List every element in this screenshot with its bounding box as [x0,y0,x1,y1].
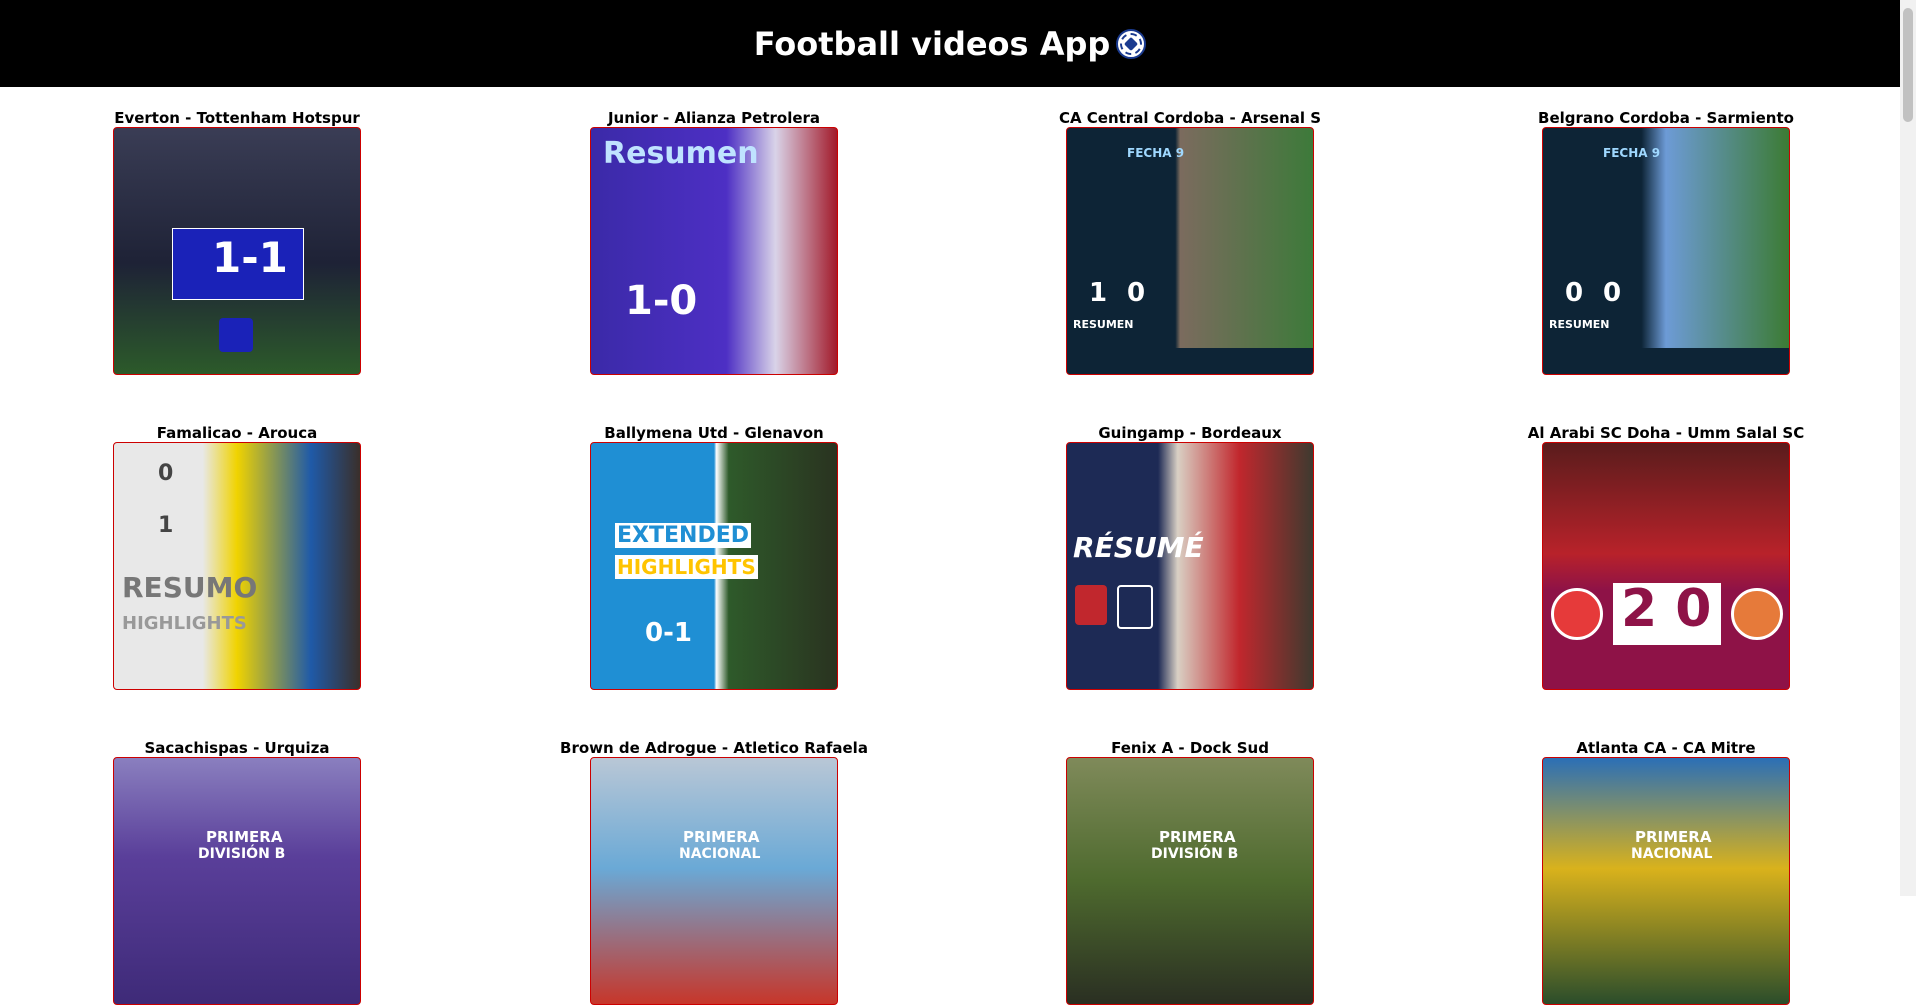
video-thumbnail[interactable]: PRIMERA NACIONAL [590,757,838,1005]
app-title: Football videos App [754,25,1147,63]
video-card[interactable]: Guingamp - Bordeaux RÉSUMÉ [1030,424,1350,690]
video-card[interactable]: Famalicao - Arouca 0 1 RESUMO HIGHLIGHTS [77,424,397,690]
video-card[interactable]: Sacachispas - Urquiza PRIMERA DIVISIÓN B [77,739,397,1005]
team-badge-away [1117,585,1153,629]
away-score: 0 [1603,278,1622,308]
app-header: Football videos App [0,0,1900,87]
video-card[interactable]: CA Central Cordoba - Arsenal S FECHA 9 1… [1030,109,1350,375]
video-card[interactable]: Brown de Adrogue - Atletico Rafaela PRIM… [554,739,874,1005]
video-thumbnail[interactable]: PRIMERA NACIONAL [1542,757,1790,1005]
home-score: 0 [1565,278,1584,308]
video-title[interactable]: Atlanta CA - CA Mitre [1506,739,1826,757]
video-card[interactable]: Al Arabi SC Doha - Umm Salal SC 2 0 [1506,424,1826,690]
banner-text: PRIMERA [206,828,283,846]
footer-text: RESUMEN [1549,318,1610,331]
video-thumbnail[interactable]: 0 1 RESUMO HIGHLIGHTS [113,442,361,690]
team-badge-away [1731,588,1783,640]
away-score: 1 [158,513,174,538]
video-card[interactable]: Fenix A - Dock Sud PRIMERA DIVISIÓN B [1030,739,1350,1005]
video-title[interactable]: Sacachispas - Urquiza [77,739,397,757]
video-title[interactable]: Fenix A - Dock Sud [1030,739,1350,757]
sub-text: HIGHLIGHTS [122,613,247,634]
score-text: 1-1 [212,233,288,282]
video-title[interactable]: Belgrano Cordoba - Sarmiento [1506,109,1826,127]
video-title[interactable]: Everton - Tottenham Hotspur [77,109,397,127]
banner-text: PRIMERA [1635,828,1712,846]
video-title[interactable]: Guingamp - Bordeaux [1030,424,1350,442]
banner-text: PRIMERA [1159,828,1236,846]
team-badge-home [1551,588,1603,640]
video-card[interactable]: Everton - Tottenham Hotspur 1-1 [77,109,397,375]
score-text: 1-0 [625,278,698,324]
banner-text: PRIMERA [683,828,760,846]
banner-text: RÉSUMÉ [1073,531,1204,564]
footer-text: RESUMEN [1073,318,1134,331]
score-text: 2 0 [1621,579,1712,639]
score-text: 0-1 [645,618,692,648]
away-score: 0 [1127,278,1146,308]
scrollbar-thumb[interactable] [1903,8,1913,122]
video-card[interactable]: Junior - Alianza Petrolera Resumen 1-0 [554,109,874,375]
video-title[interactable]: Junior - Alianza Petrolera [554,109,874,127]
banner-text: Resumen [603,136,759,171]
sponsor-bar [1067,348,1313,374]
video-card[interactable]: Ballymena Utd - Glenavon EXTENDED HIGHLI… [554,424,874,690]
video-title[interactable]: Al Arabi SC Doha - Umm Salal SC [1506,424,1826,442]
league-logo [219,318,253,352]
banner-text: FECHA 9 [1127,146,1185,160]
video-card[interactable]: Atlanta CA - CA Mitre PRIMERA NACIONAL [1506,739,1826,1005]
video-thumbnail[interactable]: Resumen 1-0 [590,127,838,375]
video-card[interactable]: Belgrano Cordoba - Sarmiento FECHA 9 0 0… [1506,109,1826,375]
team-badge-home [1075,585,1107,625]
video-title[interactable]: CA Central Cordoba - Arsenal S [1030,109,1350,127]
sub-text: DIVISIÓN B [1151,846,1239,862]
home-score: 0 [158,461,174,486]
soccer-ball-icon [1116,28,1147,59]
video-title[interactable]: Brown de Adrogue - Atletico Rafaela [554,739,874,757]
sponsor-bar [1543,348,1789,374]
video-title[interactable]: Famalicao - Arouca [77,424,397,442]
video-thumbnail[interactable]: EXTENDED HIGHLIGHTS 0-1 [590,442,838,690]
home-score: 1 [1089,278,1108,308]
video-thumbnail[interactable]: FECHA 9 0 0 RESUMEN [1542,127,1790,375]
video-thumbnail[interactable]: PRIMERA DIVISIÓN B [1066,757,1314,1005]
sub-text: DIVISIÓN B [198,846,286,862]
video-title[interactable]: Ballymena Utd - Glenavon [554,424,874,442]
app-title-text: Football videos App [753,24,1111,63]
sub-text: NACIONAL [1631,846,1713,862]
video-thumbnail[interactable]: FECHA 9 1 0 RESUMEN [1066,127,1314,375]
video-thumbnail[interactable]: RÉSUMÉ [1066,442,1314,690]
vertical-scrollbar[interactable] [1900,0,1916,896]
banner-text: FECHA 9 [1603,146,1661,160]
sub-text: HIGHLIGHTS [615,555,758,579]
banner-text: RESUMO [122,571,258,604]
sub-text: NACIONAL [679,846,761,862]
video-thumbnail[interactable]: 1-1 [113,127,361,375]
banner-text: EXTENDED [615,523,751,548]
video-thumbnail[interactable]: PRIMERA DIVISIÓN B [113,757,361,1005]
video-thumbnail[interactable]: 2 0 [1542,442,1790,690]
